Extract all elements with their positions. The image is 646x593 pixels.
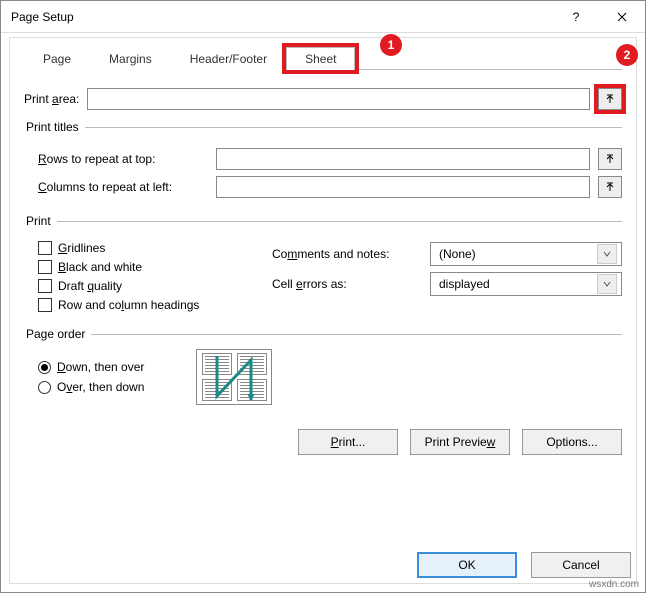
help-button[interactable]: ? (553, 1, 599, 32)
page-order-legend: Page order (24, 327, 91, 341)
tab-margins[interactable]: Margins (90, 47, 171, 70)
dialog-footer: OK Cancel (417, 552, 631, 578)
watermark: wsxdn.com (589, 579, 639, 590)
collapse-icon (605, 182, 615, 192)
cancel-button[interactable]: Cancel (531, 552, 631, 578)
callout-1: 1 (380, 34, 402, 56)
print-area-collapse-button[interactable] (598, 88, 622, 110)
tab-page[interactable]: Page (24, 47, 90, 70)
rows-repeat-collapse-button[interactable] (598, 148, 622, 170)
over-then-down-label: Over, then down (57, 380, 144, 394)
cell-errors-select[interactable]: displayed (430, 272, 622, 296)
print-titles-group: Print titles Rows to repeat at top: Colu… (24, 120, 622, 204)
tab-header-footer[interactable]: Header/Footer (171, 47, 286, 70)
row-col-headings-label: Row and column headings (58, 298, 199, 312)
cols-repeat-collapse-button[interactable] (598, 176, 622, 198)
chevron-down-icon (597, 274, 617, 294)
rows-repeat-input[interactable] (216, 148, 590, 170)
down-then-over-radio[interactable] (38, 361, 51, 374)
black-white-label: Black and white (58, 260, 142, 274)
print-legend: Print (24, 214, 57, 228)
titlebar: Page Setup ? (1, 1, 645, 33)
cell-errors-label: Cell errors as: (272, 277, 422, 291)
black-white-checkbox[interactable] (38, 260, 52, 274)
page-order-group: Page order Down, then over Over, then do… (24, 327, 622, 405)
print-area-label: Print area: (24, 92, 79, 106)
over-then-down-radio[interactable] (38, 381, 51, 394)
dialog-body: Page Margins Header/Footer Sheet 1 2 Pri… (9, 37, 637, 584)
window-title: Page Setup (11, 10, 553, 24)
print-area-input[interactable] (87, 88, 590, 110)
tab-bar: Page Margins Header/Footer Sheet 1 2 (24, 44, 622, 70)
page-order-preview (196, 349, 272, 405)
collapse-icon (605, 154, 615, 164)
print-titles-legend: Print titles (24, 120, 85, 134)
comments-label: Comments and notes: (272, 247, 422, 261)
comments-select[interactable]: (None) (430, 242, 622, 266)
collapse-icon (605, 94, 615, 104)
ok-button[interactable]: OK (417, 552, 517, 578)
draft-checkbox[interactable] (38, 279, 52, 293)
dialog-window: Page Setup ? Page Margins Header/Footer … (0, 0, 646, 593)
comments-value: (None) (439, 247, 476, 261)
cell-errors-value: displayed (439, 277, 490, 291)
cols-repeat-input[interactable] (216, 176, 590, 198)
down-then-over-label: Down, then over (57, 360, 144, 374)
row-col-headings-checkbox[interactable] (38, 298, 52, 312)
tab-sheet[interactable]: Sheet (286, 47, 355, 70)
gridlines-checkbox[interactable] (38, 241, 52, 255)
callout-2: 2 (616, 44, 638, 66)
chevron-down-icon (597, 244, 617, 264)
print-button[interactable]: Print... (298, 429, 398, 455)
action-row: Print... Print Preview Options... (24, 429, 622, 455)
options-button[interactable]: Options... (522, 429, 622, 455)
print-group: Print Gridlines Black and white Draft qu… (24, 214, 622, 317)
rows-repeat-label: Rows to repeat at top: (38, 152, 208, 166)
cols-repeat-label: Columns to repeat at left: (38, 180, 208, 194)
close-button[interactable] (599, 1, 645, 32)
gridlines-label: Gridlines (58, 241, 105, 255)
print-preview-button[interactable]: Print Preview (410, 429, 510, 455)
draft-label: Draft quality (58, 279, 122, 293)
